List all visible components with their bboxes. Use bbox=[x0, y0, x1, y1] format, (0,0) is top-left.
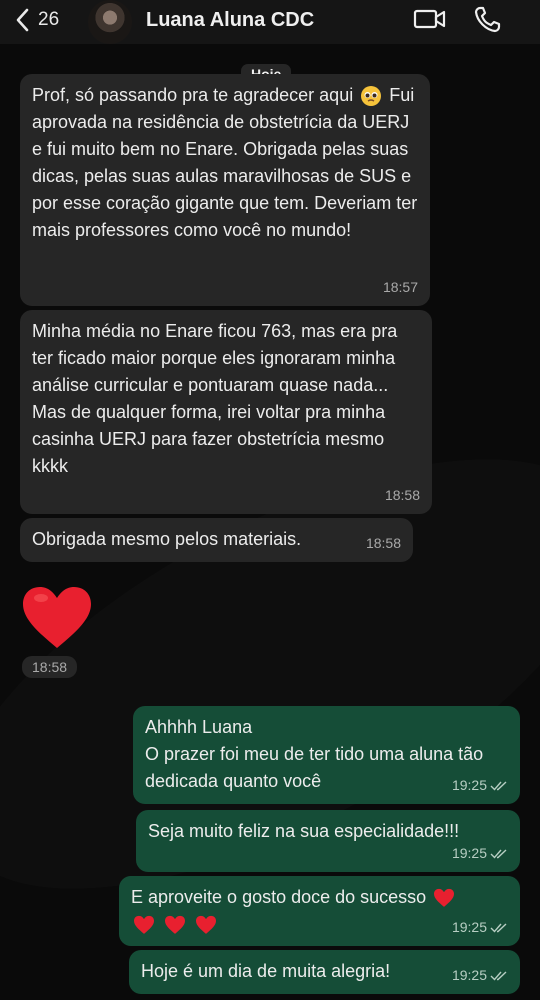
red-heart-emoji-icon bbox=[434, 889, 455, 908]
message-meta: 19:25 bbox=[452, 962, 508, 989]
double-check-icon bbox=[490, 781, 507, 791]
message-bubble[interactable]: Ahhhh Luana O prazer foi meu de ter tido… bbox=[133, 706, 520, 804]
video-call-button[interactable] bbox=[413, 7, 446, 36]
message-bubble[interactable]: Seja muito feliz na sua especialidade!!!… bbox=[136, 810, 520, 872]
message-time: 18:58 bbox=[384, 487, 420, 503]
message-meta: 18:57 bbox=[383, 274, 418, 301]
message-text: Prof, só passando pra te agradecer aqui … bbox=[32, 85, 418, 240]
red-heart-emoji-icon bbox=[165, 916, 186, 935]
message-bubble[interactable]: Obrigada mesmo pelos materiais. 18:58 bbox=[20, 518, 413, 562]
message-time: 18:57 bbox=[382, 279, 418, 295]
message-time: 19:25 bbox=[451, 919, 487, 935]
red-heart-emoji-icon bbox=[196, 916, 217, 935]
chat-area[interactable]: Hoje Prof, só passando pra te agradecer … bbox=[0, 44, 540, 1000]
message-bubble[interactable]: Prof, só passando pra te agradecer aqui … bbox=[20, 74, 430, 306]
message-time: 18:58 bbox=[365, 535, 401, 551]
unread-count: 26 bbox=[38, 9, 60, 30]
message-time: 19:25 bbox=[451, 845, 487, 861]
red-heart-emoji-icon bbox=[23, 587, 91, 648]
avatar[interactable] bbox=[88, 0, 132, 44]
message-meta: 19:25 bbox=[452, 772, 508, 799]
pleading-face-emoji-icon bbox=[361, 86, 382, 107]
message-time: 19:25 bbox=[451, 967, 487, 983]
message-text: Minha média no Enare ficou 763, mas era … bbox=[32, 321, 398, 476]
voice-call-button[interactable] bbox=[474, 5, 502, 38]
message-meta: 18:58 bbox=[385, 482, 420, 509]
message-text: Obrigada mesmo pelos materiais. bbox=[32, 529, 302, 549]
message-meta: 18:58 bbox=[366, 530, 401, 557]
message-time: 18:58 bbox=[22, 656, 78, 678]
message-meta: 19:25 bbox=[452, 840, 508, 867]
double-check-icon bbox=[490, 849, 507, 859]
emoji-message[interactable] bbox=[20, 584, 94, 657]
chat-header: 26 Luana Aluna CDC bbox=[0, 0, 540, 44]
red-heart-emoji-icon bbox=[134, 916, 154, 935]
message-bubble[interactable]: Minha média no Enare ficou 763, mas era … bbox=[20, 310, 432, 514]
message-time: 19:25 bbox=[451, 777, 487, 793]
message-meta: 19:25 bbox=[452, 914, 508, 941]
double-check-icon bbox=[490, 923, 507, 933]
back-button[interactable]: 26 bbox=[16, 8, 59, 32]
contact-name[interactable]: Luana Aluna CDC bbox=[146, 9, 314, 32]
message-bubble[interactable]: E aproveite o gosto doce do sucesso 19:2… bbox=[119, 876, 520, 946]
phone-icon bbox=[474, 6, 501, 33]
double-check-icon bbox=[490, 971, 507, 981]
video-camera-icon bbox=[413, 9, 446, 29]
chevron-left-icon bbox=[16, 8, 29, 32]
message-bubble[interactable]: Hoje é um dia de muita alegria! 19:25 bbox=[129, 950, 520, 994]
message-text: E aproveite o gosto doce do sucesso bbox=[131, 884, 482, 938]
